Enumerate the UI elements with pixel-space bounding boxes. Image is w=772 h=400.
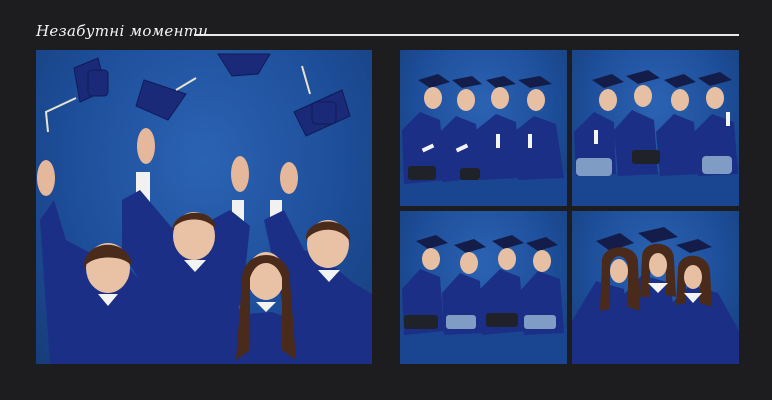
photo-group-row[interactable] (400, 211, 567, 364)
title-divider (194, 34, 739, 36)
photo-p1-illustration (400, 74, 567, 206)
photo-p3-illustration (400, 235, 567, 364)
photo-group-smiling[interactable] (572, 50, 739, 206)
photo-group-hugging[interactable] (572, 211, 739, 364)
photo-p2-illustration (572, 70, 739, 206)
photo-main-illustration (37, 53, 372, 364)
page-title: Незабутні моменти (36, 22, 209, 40)
photo-album-spread: Незабутні моменти (0, 0, 772, 400)
photo-main-cap-toss[interactable] (36, 50, 372, 364)
photo-p4-illustration (572, 227, 739, 364)
flying-cap-2 (135, 79, 187, 121)
flying-cap-3 (217, 53, 271, 77)
photo-group-with-diplomas[interactable] (400, 50, 567, 206)
